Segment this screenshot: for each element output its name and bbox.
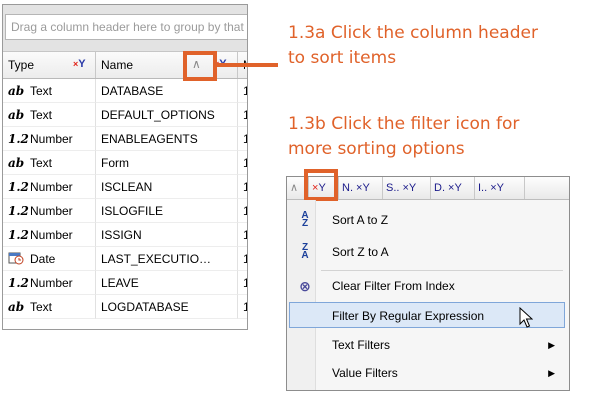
- table-row[interactable]: 1.2NumberISCLEAN1: [3, 175, 247, 199]
- cell-type: Date: [3, 247, 96, 271]
- cell-type: ab Text: [3, 151, 96, 175]
- type-label: Text: [30, 108, 53, 122]
- group-by-area[interactable]: Drag a column header here to group by th…: [3, 5, 247, 52]
- mouse-cursor-icon: [519, 307, 533, 328]
- menu-item-label: Text Filters: [332, 338, 391, 352]
- cell-name: LAST_EXECUTIO…: [96, 247, 238, 271]
- type-label: Text: [30, 300, 53, 314]
- menu-item-value-filters[interactable]: Value Filters ▶: [289, 360, 565, 386]
- menu-item-label: Value Filters: [332, 366, 398, 380]
- type-label: Text: [30, 156, 53, 170]
- cell-name: LEAVE: [96, 271, 238, 295]
- menu-separator: [321, 270, 563, 271]
- menu-item-sort-z-to-a[interactable]: ZA Sort Z to A: [289, 239, 565, 265]
- menu-item-text-filters[interactable]: Text Filters ▶: [289, 332, 565, 358]
- column-header-type-label: Type: [8, 58, 35, 72]
- column-header-type[interactable]: Type ×Y: [3, 52, 96, 78]
- sort-header-highlight: [183, 51, 217, 81]
- sort-az-icon: AZ: [301, 210, 309, 229]
- column-header-n[interactable]: N. ×Y: [339, 177, 383, 199]
- type-label: Number: [30, 228, 73, 242]
- cell-type: 1.2Number: [3, 199, 96, 223]
- number-type-icon: 1.2: [8, 180, 29, 194]
- cell-type: ab Text: [3, 295, 96, 319]
- calendar-clock-icon: [8, 247, 30, 270]
- cell-m: 1: [238, 103, 247, 127]
- column-header-d[interactable]: D. ×Y: [431, 177, 475, 199]
- number-type-icon: 1.2: [8, 228, 29, 242]
- menu-item-label: Filter By Regular Expression: [332, 309, 485, 323]
- text-type-icon: ab: [8, 84, 25, 98]
- cell-m: 1: [238, 247, 247, 271]
- table-row[interactable]: ab Text DEFAULT_OPTIONS1: [3, 103, 247, 127]
- submenu-arrow-icon: ▶: [548, 368, 555, 378]
- number-type-icon: 1.2: [8, 276, 29, 290]
- cell-m: 1: [238, 175, 247, 199]
- filter-icon-highlight: [304, 169, 338, 201]
- menu-item-clear-filter[interactable]: ⊗ Clear Filter From Index: [289, 273, 565, 299]
- cell-m: 1: [238, 127, 247, 151]
- cell-type: 1.2Number: [3, 223, 96, 247]
- table-row[interactable]: ab Text Form1: [3, 151, 247, 175]
- filter-dropdown-menu: ∧ ×Y N. ×Y S.. ×Y D. ×Y I.. ×Y AZ Sort A…: [286, 169, 570, 391]
- cell-type: 1.2Number: [3, 127, 96, 151]
- cell-m: 1: [238, 79, 247, 103]
- sort-za-icon: ZA: [301, 242, 309, 261]
- type-label: Date: [30, 252, 56, 266]
- menu-item-sort-a-to-z[interactable]: AZ Sort A to Z: [289, 207, 565, 233]
- table-row[interactable]: Date LAST_EXECUTIO…1: [3, 247, 247, 271]
- callout-1-3b-line1: 1.3b Click the filter icon for: [288, 114, 520, 134]
- cell-m: 1: [238, 271, 247, 295]
- column-header-s[interactable]: S.. ×Y: [383, 177, 431, 199]
- cell-m: 1: [238, 295, 247, 319]
- cell-m: 1: [238, 151, 247, 175]
- callout-connector: [216, 63, 278, 67]
- column-header-name-label: Name: [101, 58, 134, 72]
- cell-type: ab Text: [3, 79, 96, 103]
- cell-m: 1: [238, 223, 247, 247]
- cell-type: 1.2Number: [3, 271, 96, 295]
- clear-filter-icon: ⊗: [299, 278, 311, 294]
- cell-name: LOGDATABASE: [96, 295, 238, 319]
- cell-name: DEFAULT_OPTIONS: [96, 103, 238, 127]
- table-row[interactable]: ab Text DATABASE1: [3, 79, 247, 103]
- table-row[interactable]: ab Text LOGDATABASE1: [3, 295, 247, 319]
- cell-m: 1: [238, 199, 247, 223]
- type-label: Number: [30, 276, 73, 290]
- cell-type: ab Text: [3, 103, 96, 127]
- text-type-icon: ab: [8, 156, 25, 170]
- cell-name: ISLOGFILE: [96, 199, 238, 223]
- text-type-icon: ab: [8, 108, 25, 122]
- table-row[interactable]: 1.2NumberISLOGFILE1: [3, 199, 247, 223]
- table-row[interactable]: 1.2NumberENABLEAGENTS1: [3, 127, 247, 151]
- cell-name: DATABASE: [96, 79, 238, 103]
- data-grid: Drag a column header here to group by th…: [2, 4, 248, 330]
- submenu-arrow-icon: ▶: [548, 340, 555, 350]
- text-type-icon: ab: [8, 300, 25, 314]
- type-label: Number: [30, 180, 73, 194]
- type-label: Number: [30, 132, 73, 146]
- callout-1-3a-line2: to sort items: [288, 48, 397, 68]
- group-by-placeholder: Drag a column header here to group by th…: [5, 14, 247, 40]
- menu-item-label: Clear Filter From Index: [332, 279, 455, 293]
- column-header-i[interactable]: I.. ×Y: [475, 177, 525, 199]
- menu-item-label: Sort A to Z: [332, 213, 389, 227]
- cell-name: ENABLEAGENTS: [96, 127, 238, 151]
- table-row[interactable]: 1.2NumberISSIGN1: [3, 223, 247, 247]
- table-row[interactable]: 1.2NumberLEAVE1: [3, 271, 247, 295]
- callout-1-3b-line2: more sorting options: [288, 139, 465, 159]
- cell-type: 1.2Number: [3, 175, 96, 199]
- callout-1-3a-line1: 1.3a Click the column header: [288, 23, 538, 43]
- cell-name: ISCLEAN: [96, 175, 238, 199]
- number-type-icon: 1.2: [8, 132, 29, 146]
- filter-icon[interactable]: ×Y: [73, 59, 86, 70]
- number-type-icon: 1.2: [8, 204, 29, 218]
- cell-name: ISSIGN: [96, 223, 238, 247]
- menu-item-label: Sort Z to A: [332, 245, 389, 259]
- cell-name: Form: [96, 151, 238, 175]
- type-label: Number: [30, 204, 73, 218]
- type-label: Text: [30, 84, 53, 98]
